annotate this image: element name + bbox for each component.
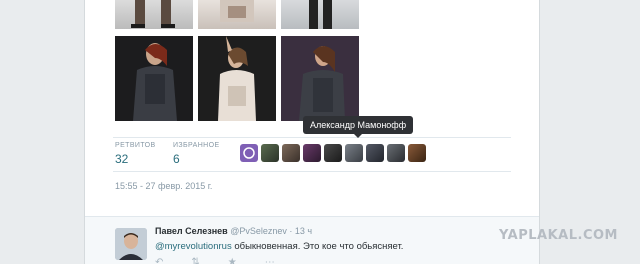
user-avatar[interactable] (261, 144, 279, 162)
divider (113, 171, 511, 172)
favorites-label: ИЗБРАННОЕ (173, 142, 220, 149)
reply-header: Павел Селезнев @PvSeleznev · 13 ч (155, 226, 312, 236)
tweet-card: РЕТВИТОВ 32 ИЗБРАННОЕ 6 Александр Мамоно… (84, 0, 540, 264)
favorite-icon[interactable]: ★ (228, 257, 237, 264)
avatar-image (243, 147, 255, 159)
user-avatar[interactable] (282, 144, 300, 162)
reply-icon[interactable]: ↶ (155, 257, 163, 264)
user-avatar[interactable] (387, 144, 405, 162)
user-avatar[interactable] (324, 144, 342, 162)
photo-thumbnail[interactable] (281, 0, 359, 29)
user-avatar[interactable] (408, 144, 426, 162)
photo-thumbnail[interactable] (281, 36, 359, 121)
photo-content (131, 0, 175, 28)
reply-text: @myrevolutionrus обыкновенная. Это кое ч… (155, 241, 403, 252)
user-avatar[interactable] (366, 144, 384, 162)
retweets-label: РЕТВИТОВ (115, 142, 156, 149)
photo-thumbnail[interactable] (198, 0, 276, 29)
favorites-count[interactable]: 6 (173, 152, 180, 166)
watermark: YAPLAKAL.COM (499, 228, 618, 243)
photo-content (220, 0, 254, 22)
photo-thumbnail[interactable] (115, 0, 193, 29)
photo-thumbnail[interactable] (198, 36, 276, 121)
reply-author-name[interactable]: Павел Селезнев (155, 226, 228, 236)
reply-actions: ↶ ⇅ ★ ⋯ (155, 257, 275, 264)
user-tooltip: Александр Мамонофф (303, 116, 414, 138)
reply-body: обыкновенная. Это кое что обьясняет. (231, 241, 404, 252)
reply-tweet[interactable]: Павел Селезнев @PvSeleznev · 13 ч @myrev… (85, 216, 539, 264)
reply-time[interactable]: 13 ч (295, 226, 312, 236)
user-avatar[interactable] (240, 144, 258, 162)
user-avatar[interactable] (345, 144, 363, 162)
photo-thumbnail[interactable] (115, 36, 193, 121)
photo-content (309, 0, 332, 29)
tweet-timestamp[interactable]: 15:55 - 27 февр. 2015 г. (115, 181, 212, 191)
avatar[interactable] (115, 228, 147, 260)
user-avatar[interactable] (303, 144, 321, 162)
favorited-by-avatars (240, 144, 426, 162)
photo-content (218, 36, 256, 121)
reply-mention[interactable]: @myrevolutionrus (155, 241, 232, 252)
retweet-icon[interactable]: ⇅ (191, 257, 199, 264)
photo-content (133, 43, 177, 121)
photo-content (299, 46, 345, 121)
divider (113, 137, 511, 138)
retweets-count[interactable]: 32 (115, 152, 128, 166)
avatar-image (115, 228, 147, 260)
more-icon[interactable]: ⋯ (265, 257, 275, 264)
reply-author-handle[interactable]: @PvSeleznev (230, 226, 287, 236)
reply-separator: · (289, 226, 293, 236)
